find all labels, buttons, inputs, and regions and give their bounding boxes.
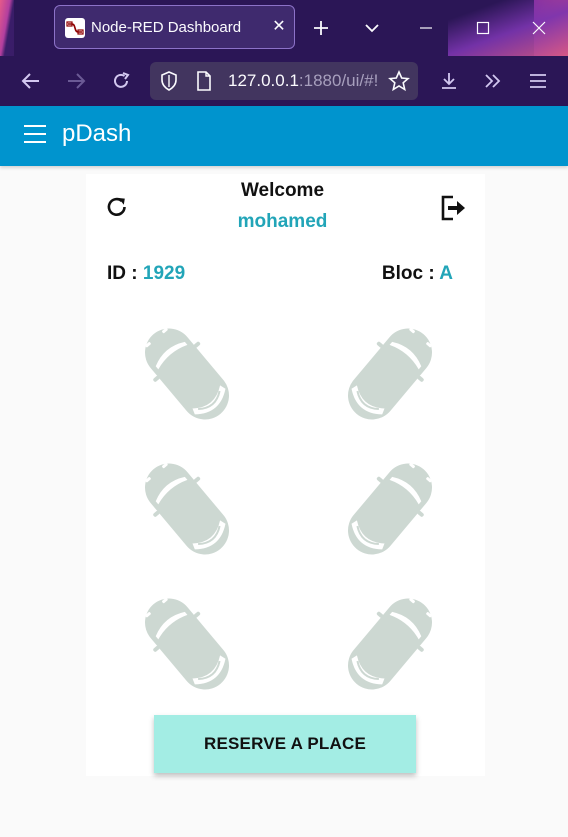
tab-title: Node-RED Dashboard — [91, 19, 242, 36]
bloc: Bloc : A — [382, 263, 453, 285]
minimize-icon[interactable] — [408, 10, 444, 46]
app-toolbar: pDash — [0, 106, 568, 166]
new-tab-icon[interactable] — [303, 10, 339, 46]
tab-list-icon[interactable] — [354, 10, 390, 46]
node-red-favicon-icon — [65, 18, 85, 38]
id-value: 1929 — [142, 263, 186, 284]
browser-nav-bar: 127.0.0.1:1880/ui/#!/ — [0, 56, 568, 106]
car-icon — [332, 448, 448, 570]
back-icon[interactable] — [12, 62, 50, 100]
car-icon — [129, 448, 245, 570]
download-icon[interactable] — [430, 62, 468, 100]
forward-icon[interactable] — [57, 62, 95, 100]
browser-tab-bar: Node-RED Dashboard ✕ — [0, 0, 568, 56]
bloc-label: Bloc : — [381, 263, 440, 284]
browser-tab[interactable]: Node-RED Dashboard ✕ — [54, 5, 295, 49]
parking-card: Welcome mohamed ID : 1929 Bloc : A RESER… — [86, 174, 485, 776]
car-icon — [129, 583, 245, 705]
hamburger-menu-icon[interactable] — [24, 125, 48, 147]
url-path: :1880/ui/#!/ — [298, 71, 378, 90]
user-id: ID : 1929 — [107, 263, 185, 285]
parking-spot-5[interactable] — [127, 583, 247, 705]
url-text[interactable]: 127.0.0.1:1880/ui/#!/ — [228, 71, 378, 91]
car-icon — [332, 583, 448, 705]
parking-spot-6[interactable] — [330, 583, 450, 705]
reserve-place-button[interactable]: RESERVE A PLACE — [154, 715, 416, 773]
url-host: 127.0.0.1 — [228, 71, 299, 90]
welcome-label: Welcome — [240, 180, 325, 201]
parking-spot-1[interactable] — [127, 313, 247, 435]
bloc-value: A — [439, 263, 453, 284]
car-icon — [332, 313, 448, 435]
parking-spot-4[interactable] — [330, 448, 450, 570]
logout-icon[interactable] — [439, 193, 469, 223]
menu-icon[interactable] — [519, 62, 557, 100]
parking-spot-2[interactable] — [330, 313, 450, 435]
maximize-icon[interactable] — [465, 10, 501, 46]
parking-spot-3[interactable] — [127, 448, 247, 570]
close-tab-icon[interactable]: ✕ — [268, 16, 290, 38]
overflow-icon[interactable] — [474, 62, 512, 100]
id-label: ID : — [107, 263, 143, 284]
window-close-icon[interactable] — [521, 10, 557, 46]
username: mohamed — [237, 211, 328, 232]
page-icon[interactable] — [196, 71, 212, 96]
url-bar[interactable]: 127.0.0.1:1880/ui/#!/ — [150, 62, 418, 100]
bookmark-star-icon[interactable] — [388, 70, 410, 97]
app-title: pDash — [62, 120, 132, 147]
reload-icon[interactable] — [102, 62, 140, 100]
shield-icon[interactable] — [160, 71, 178, 96]
car-icon — [129, 313, 245, 435]
